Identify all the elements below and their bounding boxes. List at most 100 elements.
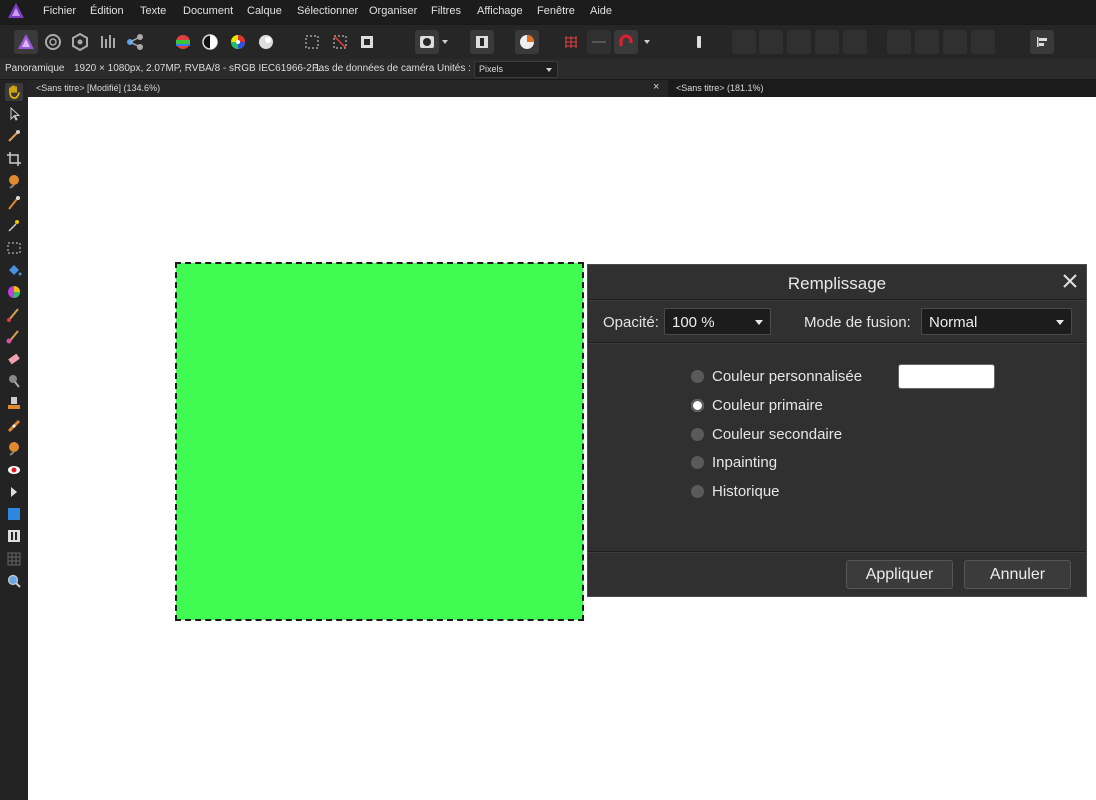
option-label: Couleur personnalisée <box>712 368 863 385</box>
assistant-icon[interactable] <box>515 30 539 54</box>
menu-calque[interactable]: Calque <box>247 5 282 17</box>
photo-persona-icon[interactable] <box>14 30 38 54</box>
ruler-icon[interactable] <box>587 30 611 54</box>
menu-texte[interactable]: Texte <box>140 5 166 17</box>
divider <box>588 342 1086 344</box>
arrange-icon-3[interactable] <box>787 30 811 54</box>
color-picker-tool-icon[interactable] <box>5 127 23 145</box>
radio-secondary-color[interactable] <box>691 428 704 441</box>
grid-icon[interactable] <box>559 30 583 54</box>
opacity-select[interactable]: 100 % <box>664 308 771 335</box>
quick-mask-icon[interactable] <box>415 30 439 54</box>
flood-fill-tool-icon[interactable] <box>5 261 23 279</box>
healing-brush-tool-icon[interactable] <box>5 417 23 435</box>
paint-brush-tool-icon[interactable] <box>5 305 23 323</box>
marquee-tool-icon[interactable] <box>5 239 23 257</box>
text-tool-icon[interactable] <box>5 527 23 545</box>
pen-tool-icon[interactable] <box>5 483 23 501</box>
snapping-magnet-icon[interactable] <box>614 30 638 54</box>
menu-filtres[interactable]: Filtres <box>431 5 461 17</box>
arrange-icon-2[interactable] <box>759 30 783 54</box>
menu-affichage[interactable]: Affichage <box>477 5 523 17</box>
units-label: Unités : <box>437 63 471 74</box>
move-tool-icon[interactable] <box>5 105 23 123</box>
close-icon[interactable] <box>1060 271 1080 291</box>
color-replacement-tool-icon[interactable] <box>5 327 23 345</box>
hsl-icon[interactable] <box>226 30 250 54</box>
clone-brush-tool-icon[interactable] <box>5 394 23 412</box>
levels-icon[interactable] <box>171 30 195 54</box>
fill-dialog: Remplissage Opacité: 100 % Mode de fusio… <box>587 264 1087 597</box>
mesh-warp-tool-icon[interactable] <box>5 550 23 568</box>
affinity-photo-logo-icon[interactable] <box>7 2 25 20</box>
menu-selectionner[interactable]: Sélectionner <box>297 5 358 17</box>
menu-aide[interactable]: Aide <box>590 5 612 17</box>
invert-selection-icon[interactable] <box>355 30 379 54</box>
tab-document-2[interactable]: <Sans titre> (181.1%) <box>668 80 1096 97</box>
menu-edition[interactable]: Édition <box>90 5 124 17</box>
close-icon[interactable]: × <box>653 81 659 93</box>
tab-label: <Sans titre> (181.1%) <box>676 83 764 93</box>
blend-mode-select[interactable]: Normal <box>921 308 1072 335</box>
deselect-icon[interactable] <box>328 30 352 54</box>
crop-tool-icon[interactable] <box>5 150 23 168</box>
opacity-value: 100 % <box>672 314 715 331</box>
snapping-dropdown-icon[interactable] <box>644 40 650 44</box>
tab-label: <Sans titre> [Modifié] (134.6%) <box>36 83 161 93</box>
quick-mask-dropdown-icon[interactable] <box>442 40 448 44</box>
marquee-select-icon[interactable] <box>300 30 324 54</box>
tone-mapping-persona-icon[interactable] <box>96 30 120 54</box>
green-selection-area[interactable] <box>175 262 584 621</box>
blend-mode-value: Normal <box>929 314 978 331</box>
arrange-icon-4[interactable] <box>815 30 839 54</box>
menu-organiser[interactable]: Organiser <box>369 5 417 17</box>
document-tabs: <Sans titre> [Modifié] (134.6%) × <Sans … <box>28 80 1096 97</box>
hand-tool-icon[interactable] <box>5 83 23 101</box>
flood-select-tool-icon[interactable] <box>5 194 23 212</box>
menu-bar: Fichier Édition Texte Document Calque Sé… <box>0 0 1096 24</box>
option-label: Historique <box>712 483 780 500</box>
units-select[interactable]: Pixels <box>474 61 558 78</box>
white-balance-icon[interactable] <box>254 30 278 54</box>
document-info: 1920 × 1080px, 2.07MP, RVBA/8 - sRGB IEC… <box>74 63 321 74</box>
red-eye-tool-icon[interactable] <box>5 461 23 479</box>
apply-button[interactable]: Appliquer <box>846 560 953 589</box>
selection-brush-tool-icon[interactable] <box>5 172 23 190</box>
radio-inpainting[interactable] <box>691 456 704 469</box>
gradient-tool-icon[interactable] <box>5 283 23 301</box>
menu-fenetre[interactable]: Fenêtre <box>537 5 575 17</box>
menu-document[interactable]: Document <box>183 5 233 17</box>
erase-brush-tool-icon[interactable] <box>5 350 23 368</box>
refine-selection-icon[interactable] <box>470 30 494 54</box>
develop-persona-icon[interactable] <box>68 30 92 54</box>
radio-primary-color[interactable] <box>691 399 704 412</box>
liquify-persona-icon[interactable] <box>41 30 65 54</box>
context-toolbar: Panoramique 1920 × 1080px, 2.07MP, RVBA/… <box>0 59 1096 80</box>
arrange-icon-5[interactable] <box>843 30 867 54</box>
arrange-icon-1[interactable] <box>732 30 756 54</box>
rectangle-tool-icon[interactable] <box>5 505 23 523</box>
boolean-icon-4[interactable] <box>971 30 995 54</box>
boolean-icon-1[interactable] <box>887 30 911 54</box>
align-icon[interactable] <box>1030 30 1054 54</box>
custom-color-swatch[interactable] <box>898 364 995 389</box>
chevron-down-icon <box>1056 320 1064 325</box>
cancel-button[interactable]: Annuler <box>964 560 1071 589</box>
radio-custom-color[interactable] <box>691 370 704 383</box>
tab-document-1[interactable]: <Sans titre> [Modifié] (134.6%) × <box>28 80 668 97</box>
blemish-removal-tool-icon[interactable] <box>5 439 23 457</box>
chevron-down-icon <box>755 320 763 325</box>
toolbar <box>0 24 1096 60</box>
dodge-tool-icon[interactable] <box>5 372 23 390</box>
black-white-icon[interactable] <box>198 30 222 54</box>
opacity-label: Opacité: <box>603 314 659 331</box>
boolean-icon-3[interactable] <box>943 30 967 54</box>
units-value: Pixels <box>479 64 504 74</box>
zoom-tool-icon[interactable] <box>5 572 23 590</box>
magic-wand-tool-icon[interactable] <box>5 216 23 234</box>
radio-history[interactable] <box>691 485 704 498</box>
export-persona-icon[interactable] <box>123 30 147 54</box>
menu-fichier[interactable]: Fichier <box>43 5 76 17</box>
flashlight-icon[interactable] <box>687 30 711 54</box>
boolean-icon-2[interactable] <box>915 30 939 54</box>
